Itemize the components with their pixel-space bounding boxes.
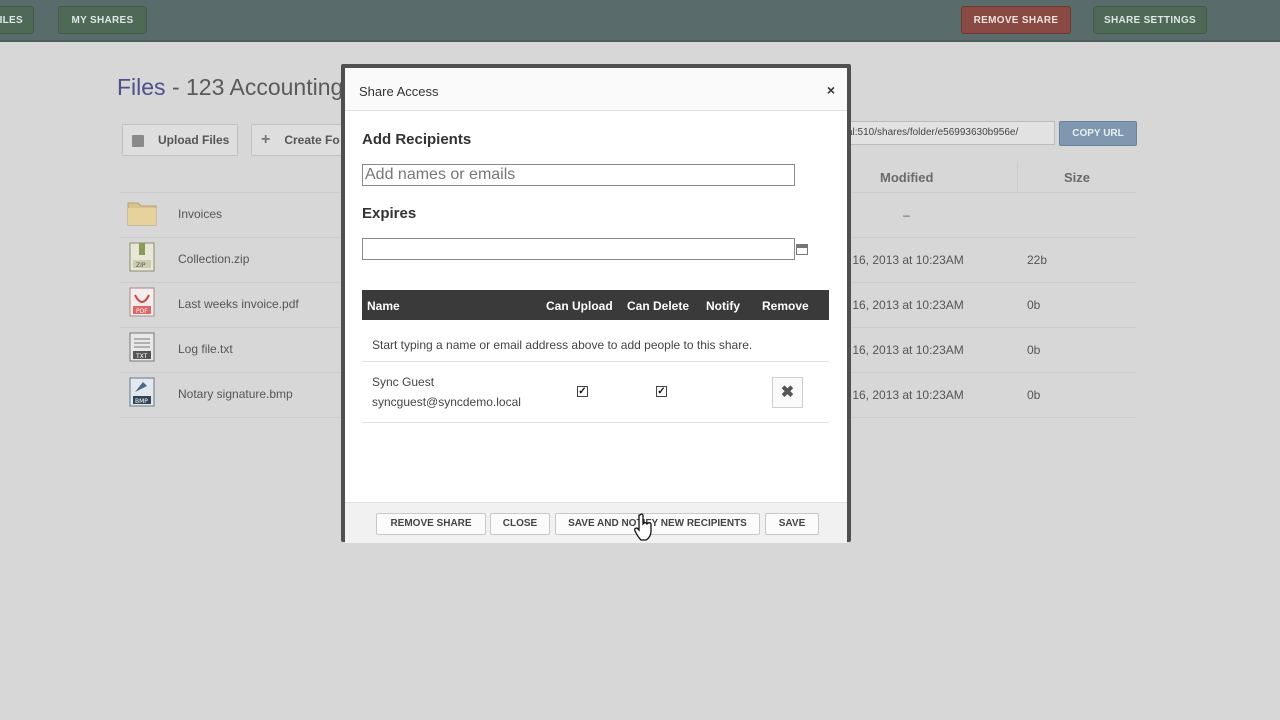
file-size: 22b — [1027, 253, 1048, 267]
can-delete-checkbox[interactable]: ✓ — [656, 386, 667, 397]
remove-share-nav-button[interactable]: REMOVE SHARE — [961, 6, 1071, 34]
column-name: Name — [367, 299, 400, 313]
file-name[interactable]: Invoices — [178, 207, 222, 221]
close-icon[interactable]: × — [827, 82, 835, 98]
column-header-modified[interactable]: Modified — [880, 170, 933, 185]
breadcrumb-files-link[interactable]: Files — [117, 74, 166, 100]
svg-text:BMP: BMP — [135, 398, 148, 405]
recipient-email: syncguest@syncdemo.local — [372, 395, 521, 409]
dialog-footer: REMOVE SHARE CLOSE SAVE AND NOTIFY NEW R… — [345, 502, 847, 543]
dialog-header: Share Access × — [345, 68, 847, 111]
bmp-file-icon: BMP — [129, 377, 155, 407]
row-divider — [362, 422, 829, 423]
file-modified: – — [903, 208, 910, 222]
share-url-field[interactable]: al:510/shares/folder/e56993630b956e/ — [843, 121, 1055, 145]
column-divider — [1017, 162, 1018, 192]
txt-file-icon: TXT — [129, 332, 155, 362]
add-recipients-heading: Add Recipients — [362, 131, 472, 148]
hand-cursor-icon — [634, 513, 652, 541]
column-can-upload: Can Upload — [546, 299, 613, 313]
file-size: 0b — [1027, 298, 1041, 312]
top-navigation-bar: ILES MY SHARES REMOVE SHARE SHARE SETTIN… — [0, 0, 1280, 42]
file-name[interactable]: Last weeks invoice.pdf — [178, 297, 299, 311]
can-upload-checkbox[interactable]: ✓ — [577, 386, 588, 397]
dialog-title: Share Access — [359, 84, 439, 99]
breadcrumb-current-folder: 123 Accounting / — [186, 74, 357, 100]
plus-icon: + — [261, 131, 271, 148]
files-nav-button[interactable]: ILES — [0, 6, 34, 34]
page-title: Files - 123 Accounting / — [117, 74, 356, 101]
upload-files-label: Upload Files — [158, 133, 230, 147]
file-name[interactable]: Collection.zip — [178, 252, 249, 266]
create-folder-button[interactable]: + Create Fo — [251, 124, 351, 156]
folder-icon — [127, 202, 157, 226]
svg-text:PDF: PDF — [136, 308, 148, 315]
remove-recipient-button[interactable]: ✖ — [772, 377, 803, 408]
breadcrumb-separator: - — [165, 74, 187, 100]
create-folder-label: Create Fo — [284, 133, 340, 147]
row-divider — [362, 361, 829, 362]
copy-url-button[interactable]: COPY URL — [1059, 121, 1137, 146]
file-modified: y 16, 2013 at 10:23AM — [843, 388, 964, 402]
save-and-notify-button[interactable]: SAVE AND NOTIFY NEW RECIPIENTS — [555, 513, 760, 535]
share-settings-nav-button[interactable]: SHARE SETTINGS — [1093, 6, 1207, 34]
file-name[interactable]: Notary signature.bmp — [178, 387, 293, 401]
svg-text:TXT: TXT — [135, 353, 148, 360]
x-icon: ✖ — [780, 384, 795, 401]
zip-file-icon: ZIP — [129, 242, 155, 272]
close-button[interactable]: CLOSE — [490, 513, 550, 535]
file-name[interactable]: Log file.txt — [178, 342, 233, 356]
upload-files-button[interactable]: Upload Files — [122, 124, 238, 156]
file-modified: y 16, 2013 at 10:23AM — [843, 253, 964, 267]
file-modified: y 16, 2013 at 10:23AM — [843, 298, 964, 312]
column-can-delete: Can Delete — [627, 299, 690, 313]
file-size: 0b — [1027, 388, 1041, 402]
column-header-size[interactable]: Size — [1064, 170, 1090, 185]
recipients-hint: Start typing a name or email address abo… — [372, 338, 753, 352]
my-shares-nav-button[interactable]: MY SHARES — [58, 6, 147, 34]
svg-text:ZIP: ZIP — [136, 262, 146, 269]
file-modified: y 16, 2013 at 10:23AM — [843, 343, 964, 357]
recipient-name: Sync Guest — [372, 375, 435, 389]
expires-date-input[interactable] — [362, 238, 795, 260]
calendar-icon[interactable] — [796, 244, 808, 255]
remove-share-button[interactable]: REMOVE SHARE — [376, 513, 486, 535]
save-button[interactable]: SAVE — [765, 513, 819, 535]
pdf-file-icon: PDF — [129, 287, 155, 317]
share-access-dialog: Share Access × Add Recipients Add names … — [341, 64, 851, 543]
recipients-input[interactable]: Add names or emails — [362, 164, 795, 186]
column-notify: Notify — [706, 299, 740, 313]
upload-icon — [132, 134, 144, 147]
expires-heading: Expires — [362, 205, 417, 222]
recipients-table-header: Name Can Upload Can Delete Notify Remove — [362, 290, 829, 320]
file-size: 0b — [1027, 343, 1041, 357]
column-remove: Remove — [762, 299, 809, 313]
